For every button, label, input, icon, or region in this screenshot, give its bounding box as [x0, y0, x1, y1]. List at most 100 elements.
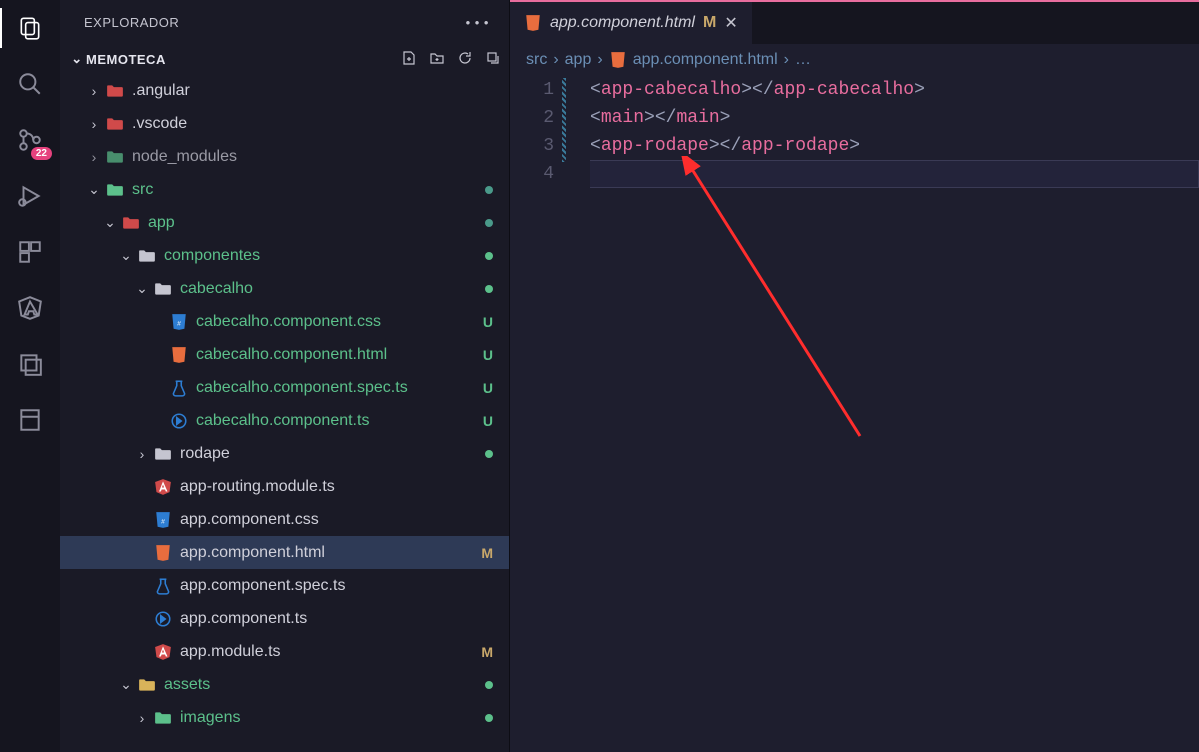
file-item[interactable]: cabecalho.component.spec.tsU	[60, 371, 509, 404]
folder-icon	[104, 115, 126, 133]
activity-panel[interactable]	[14, 404, 46, 436]
editor-area: app.component.html M ✕ src › app › app.c…	[510, 0, 1199, 752]
project-name: MEMOTECA	[86, 52, 166, 67]
angular-file-icon	[152, 478, 174, 496]
item-label: rodape	[180, 445, 230, 463]
new-file-icon[interactable]	[401, 50, 417, 69]
file-item[interactable]: #app.component.css	[60, 503, 509, 536]
breadcrumb-seg[interactable]: src	[526, 51, 547, 69]
chevron-right-icon: ›	[597, 51, 602, 69]
git-status-indicator: U	[483, 413, 493, 429]
activity-debug[interactable]	[14, 180, 46, 212]
folder-icon	[104, 82, 126, 100]
breadcrumb-seg[interactable]: app.component.html	[633, 51, 778, 69]
file-item[interactable]: #cabecalho.component.cssU	[60, 305, 509, 338]
file-item[interactable]: app-routing.module.ts	[60, 470, 509, 503]
git-dot-indicator	[485, 219, 493, 227]
code-line: <app-rodape></app-rodape>	[590, 132, 1199, 160]
new-folder-icon[interactable]	[429, 50, 445, 69]
folder-item[interactable]: ⌄cabecalho	[60, 272, 509, 305]
folder-item[interactable]: ⌄ src	[60, 173, 509, 206]
folder-item[interactable]: ›imagens	[60, 701, 509, 734]
breadcrumb[interactable]: src › app › app.component.html › …	[510, 44, 1199, 76]
svg-text:#: #	[161, 518, 165, 525]
activity-extensions[interactable]	[14, 236, 46, 268]
activity-angular[interactable]	[14, 292, 46, 324]
item-label: app-routing.module.ts	[180, 478, 335, 496]
css-file-icon: #	[152, 511, 174, 529]
folder-item[interactable]: ›.angular	[60, 74, 509, 107]
chevron-right-icon: ›	[84, 116, 104, 132]
file-item[interactable]: cabecalho.component.htmlU	[60, 338, 509, 371]
code-line: <app-cabecalho></app-cabecalho>	[590, 76, 1199, 104]
git-dot-indicator	[485, 285, 493, 293]
collapse-all-icon[interactable]	[485, 50, 501, 69]
html-file-icon	[152, 544, 174, 562]
file-item[interactable]: app.component.spec.ts	[60, 569, 509, 602]
folder-item[interactable]: ⌄componentes	[60, 239, 509, 272]
tab-modified-indicator: M	[703, 14, 716, 32]
activity-scm[interactable]: 22	[14, 124, 46, 156]
activity-search[interactable]	[14, 68, 46, 100]
git-status-indicator: U	[483, 380, 493, 396]
file-item[interactable]: app.component.ts	[60, 602, 509, 635]
svg-text:#: #	[177, 320, 181, 327]
breadcrumb-more[interactable]: …	[795, 51, 811, 69]
code-editor[interactable]: 1234 <app-cabecalho></app-cabecalho><mai…	[510, 76, 1199, 752]
line-number: 3	[510, 132, 554, 160]
folder-item[interactable]: › node_modules	[60, 140, 509, 173]
item-label: componentes	[164, 247, 260, 265]
git-dot-indicator	[485, 252, 493, 260]
css-file-icon: #	[168, 313, 190, 331]
section-actions	[401, 50, 501, 69]
project-section-header[interactable]: ⌄ MEMOTECA	[60, 44, 509, 74]
git-status-indicator: M	[481, 644, 493, 660]
tab-label: app.component.html	[550, 14, 695, 32]
sidebar-more-icon[interactable]: • • •	[466, 15, 489, 30]
activity-stack[interactable]	[14, 348, 46, 380]
editor-tabs: app.component.html M ✕	[510, 0, 1199, 44]
tab-app-component-html[interactable]: app.component.html M ✕	[510, 2, 752, 44]
git-dot-indicator	[485, 714, 493, 722]
chevron-down-icon: ⌄	[84, 181, 104, 198]
git-dot-indicator	[485, 681, 493, 689]
sidebar-title: EXPLORADOR	[84, 15, 179, 30]
spec-file-icon	[168, 379, 190, 397]
chevron-right-icon: ›	[132, 446, 152, 462]
refresh-icon[interactable]	[457, 50, 473, 69]
close-icon[interactable]: ✕	[724, 13, 737, 33]
file-item[interactable]: app.module.ts M	[60, 635, 509, 668]
item-label: app.module.ts	[180, 643, 281, 661]
activity-explorer[interactable]	[14, 12, 46, 44]
item-label: cabecalho.component.html	[196, 346, 387, 364]
file-item[interactable]: cabecalho.component.ts U	[60, 404, 509, 437]
breadcrumb-seg[interactable]: app	[565, 51, 592, 69]
line-number: 1	[510, 76, 554, 104]
activity-bar: 22	[0, 0, 60, 752]
explorer-sidebar: EXPLORADOR • • • ⌄ MEMOTECA ›.angular›.v…	[60, 0, 510, 752]
git-dot-indicator	[485, 186, 493, 194]
folder-icon	[136, 676, 158, 694]
folder-item[interactable]: ⌄assets	[60, 668, 509, 701]
item-label: app.component.html	[180, 544, 325, 562]
chevron-right-icon: ›	[784, 51, 789, 69]
chevron-right-icon: ›	[84, 149, 104, 165]
item-label: cabecalho.component.ts	[196, 412, 369, 430]
line-number: 4	[510, 160, 554, 188]
chevron-down-icon: ⌄	[68, 51, 86, 67]
chevron-down-icon: ⌄	[100, 214, 120, 231]
spec-file-icon	[152, 577, 174, 595]
folder-item[interactable]: ⌄ app	[60, 206, 509, 239]
item-label: cabecalho.component.css	[196, 313, 381, 331]
folder-item[interactable]: › .vscode	[60, 107, 509, 140]
line-number: 2	[510, 104, 554, 132]
item-label: app	[148, 214, 175, 232]
item-label: node_modules	[132, 148, 237, 166]
chevron-right-icon: ›	[84, 83, 104, 99]
folder-item[interactable]: › rodape	[60, 437, 509, 470]
item-label: src	[132, 181, 153, 199]
item-label: .vscode	[132, 115, 187, 133]
scm-badge: 22	[31, 147, 52, 160]
file-item[interactable]: app.component.htmlM	[60, 536, 509, 569]
code-line: <main></main>	[590, 104, 1199, 132]
